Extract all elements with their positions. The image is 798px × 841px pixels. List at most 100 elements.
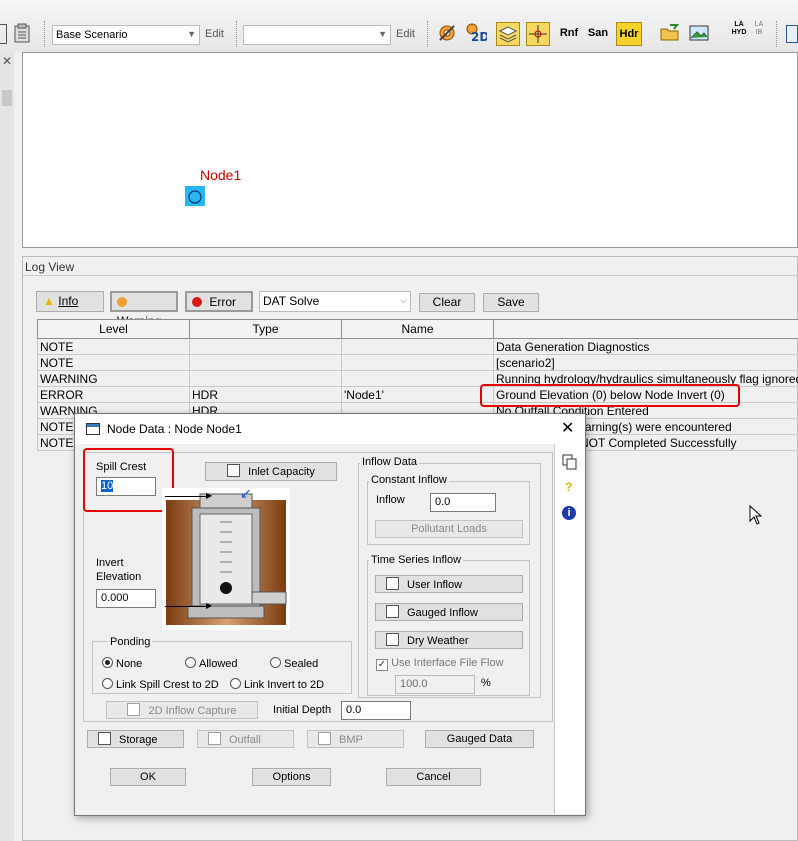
column-header-type[interactable]: Type [189, 319, 342, 339]
2d-icon[interactable]: 2D [465, 22, 489, 44]
invert-elevation-input[interactable]: 0.000 [96, 589, 156, 608]
inflow-input[interactable]: 0.0 [430, 493, 496, 512]
ponding-allowed-label: Allowed [199, 658, 238, 670]
ponding-allowed-radio[interactable]: Allowed [185, 657, 238, 670]
secondary-select[interactable]: ▼ [243, 25, 391, 45]
inlet-capacity-button[interactable]: Inlet Capacity [205, 462, 337, 481]
bmp-label: BMP [339, 734, 363, 746]
user-inflow-label: User Inflow [407, 579, 463, 591]
node-label: Node1 [200, 167, 242, 183]
use-interface-checkbox[interactable]: ✓ Use Interface File Flow [376, 657, 504, 671]
manhole-diagram [162, 488, 290, 630]
log-source-value: DAT Solve [263, 294, 320, 308]
inflow-data-label: Inflow Data [360, 456, 420, 468]
storage-label: Storage [119, 734, 158, 746]
close-icon[interactable]: ✕ [2, 54, 12, 68]
invert-pointer [165, 606, 209, 607]
info-icon[interactable]: i [562, 506, 576, 520]
storage-checkbox[interactable] [98, 732, 111, 745]
clipboard-icon[interactable] [13, 23, 31, 43]
cell-level: NOTE [37, 338, 190, 355]
secondary-edit-link[interactable]: Edit [396, 28, 415, 40]
radio-selected-icon [102, 657, 113, 668]
san-button[interactable]: San [585, 22, 611, 44]
radio-icon [270, 657, 281, 668]
cell-name [341, 370, 494, 387]
node-marker[interactable] [185, 186, 205, 206]
dialog-side-toolbar: ? i [554, 444, 585, 814]
ok-button[interactable]: OK [110, 768, 186, 786]
column-header-name[interactable]: Name [341, 319, 494, 339]
inlet-capacity-checkbox[interactable] [227, 464, 241, 477]
table-row[interactable]: NOTE [scenario2] [37, 354, 798, 371]
scenario-edit-link[interactable]: Edit [205, 28, 224, 40]
picture-icon[interactable] [688, 22, 710, 44]
mouse-cursor-icon [749, 504, 763, 528]
panel-icon[interactable] [0, 24, 7, 44]
inflow-capture-checkbox[interactable] [127, 703, 141, 716]
outfall-checkbox[interactable] [208, 732, 221, 745]
la-ib-bottom: IB [755, 29, 763, 36]
cell-level: ERROR [37, 386, 190, 403]
dry-weather-checkbox[interactable] [386, 633, 399, 646]
clear-button[interactable]: Clear [419, 293, 475, 312]
hdr-button[interactable]: Hdr [616, 22, 642, 46]
storage-button[interactable]: Storage [87, 730, 184, 748]
cell-message: Data Generation Diagnostics [493, 338, 798, 355]
table-icon[interactable] [786, 25, 798, 43]
blue-arrow-icon: ↙ [240, 485, 252, 501]
column-header-level[interactable]: Level [37, 319, 190, 339]
link-spill-radio[interactable]: Link Spill Crest to 2D [102, 678, 219, 691]
scenario-select[interactable]: Base Scenario ▼ [52, 25, 200, 45]
ponding-sealed-radio[interactable]: Sealed [270, 657, 318, 670]
initial-depth-label: Initial Depth [273, 704, 332, 716]
outfall-button[interactable]: Outfall [197, 730, 294, 748]
options-button[interactable]: Options [252, 768, 331, 786]
left-gutter [14, 52, 22, 841]
help-icon[interactable]: ? [565, 480, 572, 494]
link-invert-radio[interactable]: Link Invert to 2D [230, 678, 324, 691]
open-folder-icon[interactable] [659, 22, 681, 44]
cancel-button[interactable]: Cancel [386, 768, 481, 786]
dry-weather-button[interactable]: Dry Weather [375, 631, 523, 649]
node-data-dialog: Node Data : Node Node1 ✕ ? i Spill Crest… [74, 413, 586, 816]
user-inflow-button[interactable]: User Inflow [375, 575, 523, 593]
la-ib-button[interactable]: LA IB [752, 21, 766, 43]
bmp-button[interactable]: BMP [307, 730, 404, 748]
chevron-down-icon: ▼ [187, 29, 196, 39]
bmp-checkbox[interactable] [318, 732, 331, 745]
la-hyd-button[interactable]: LA HYD [727, 21, 751, 43]
pollutant-loads-button[interactable]: Pollutant Loads [375, 520, 523, 538]
outfall-label: Outfall [229, 734, 261, 746]
map-canvas[interactable]: Node1 [22, 52, 798, 248]
rnf-button[interactable]: Rnf [556, 22, 582, 44]
dialog-titlebar[interactable]: Node Data : Node Node1 ✕ [75, 414, 585, 444]
column-header-message[interactable] [493, 319, 798, 339]
gauged-inflow-button[interactable]: Gauged Inflow [375, 603, 523, 621]
save-button[interactable]: Save [483, 293, 539, 312]
radio-icon [185, 657, 196, 668]
copy-icon[interactable] [562, 454, 577, 470]
ponding-label: Ponding [108, 636, 153, 648]
warning-filter-button[interactable]: Warning [110, 291, 178, 328]
la-hyd-top: LA [734, 21, 744, 28]
table-row[interactable]: NOTE Data Generation Diagnostics [37, 338, 798, 355]
user-inflow-checkbox[interactable] [386, 577, 399, 590]
radio-icon [230, 678, 241, 689]
layers-icon[interactable] [496, 22, 520, 46]
gauged-inflow-checkbox[interactable] [386, 605, 399, 618]
ponding-sealed-label: Sealed [284, 658, 319, 670]
info-filter-button[interactable]: ▲ Info [36, 291, 104, 312]
gear-run-icon[interactable] [436, 22, 458, 44]
inflow-capture-button[interactable]: 2D Inflow Capture [106, 701, 258, 719]
error-filter-button[interactable]: Error [185, 291, 253, 312]
ponding-none-radio[interactable]: None [102, 657, 142, 670]
cell-name: 'Node1' [341, 386, 494, 403]
interface-percent-input[interactable]: 100.0 [395, 675, 475, 694]
initial-depth-input[interactable]: 0.0 [341, 701, 411, 720]
log-source-select[interactable]: DAT Solve ⌵ [259, 291, 411, 312]
gauged-data-button[interactable]: Gauged Data [425, 730, 534, 748]
close-icon[interactable]: ✕ [561, 418, 574, 438]
panel-tab[interactable] [2, 90, 12, 106]
crosshair-icon[interactable] [526, 22, 550, 46]
